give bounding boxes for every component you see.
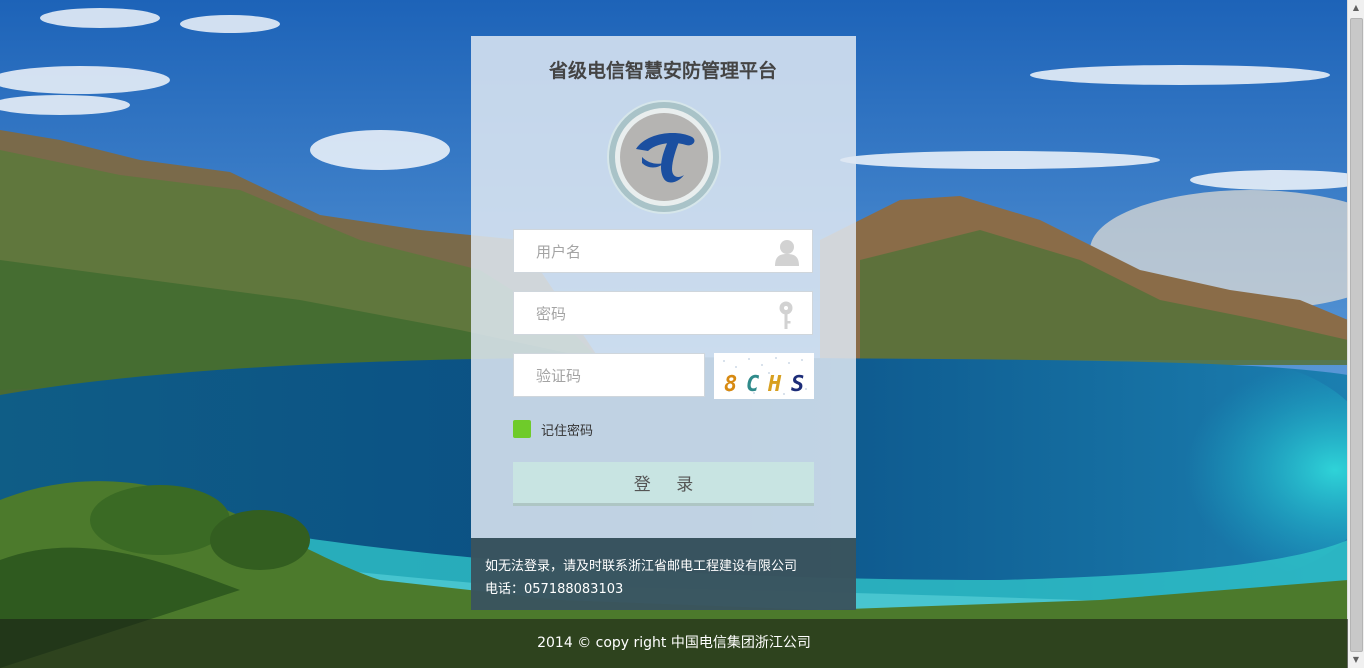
captcha-input[interactable] xyxy=(534,354,698,398)
page-title: 省级电信智慧安防管理平台 xyxy=(548,61,777,82)
scroll-up-arrow-icon[interactable]: ▲ xyxy=(1348,0,1364,16)
key-icon xyxy=(778,301,794,335)
user-icon xyxy=(774,238,800,270)
login-button[interactable]: 登 录 xyxy=(513,462,814,506)
captcha-char: 8 xyxy=(724,372,737,397)
notice-phone: 电话：057188083103 xyxy=(485,582,624,597)
scroll-thumb[interactable] xyxy=(1350,18,1363,652)
password-input[interactable] xyxy=(534,292,768,336)
footer-copyright: 2014 © copy right 中国电信集团浙江公司 xyxy=(0,619,1348,668)
remember-password-toggle[interactable]: 记住密码 xyxy=(513,420,594,439)
captcha-char: S xyxy=(791,372,804,397)
contact-notice: 如无法登录，请及时联系浙江省邮电工程建设有限公司 电话：057188083103 xyxy=(471,538,856,610)
captcha-char: H xyxy=(767,372,782,397)
captcha-char: C xyxy=(746,372,760,397)
page-scrollbar[interactable]: ▲ ▼ xyxy=(1347,0,1364,668)
login-panel: 省级电信智慧安防管理平台 用户名 验证码 8 C H S 记住密码 登 录 如无… xyxy=(471,36,856,610)
remember-password-checkbox[interactable] xyxy=(513,420,531,438)
scroll-down-arrow-icon[interactable]: ▼ xyxy=(1348,652,1364,668)
password-field[interactable] xyxy=(513,291,813,336)
username-field[interactable] xyxy=(513,229,813,274)
captcha-field[interactable] xyxy=(513,353,705,398)
notice-line: 如无法登录，请及时联系浙江省邮电工程建设有限公司 xyxy=(485,559,798,574)
captcha-image[interactable]: 8 C H S xyxy=(714,353,814,399)
remember-password-label: 记住密码 xyxy=(541,423,594,439)
china-telecom-logo-icon xyxy=(606,99,722,215)
username-input[interactable] xyxy=(534,230,768,274)
